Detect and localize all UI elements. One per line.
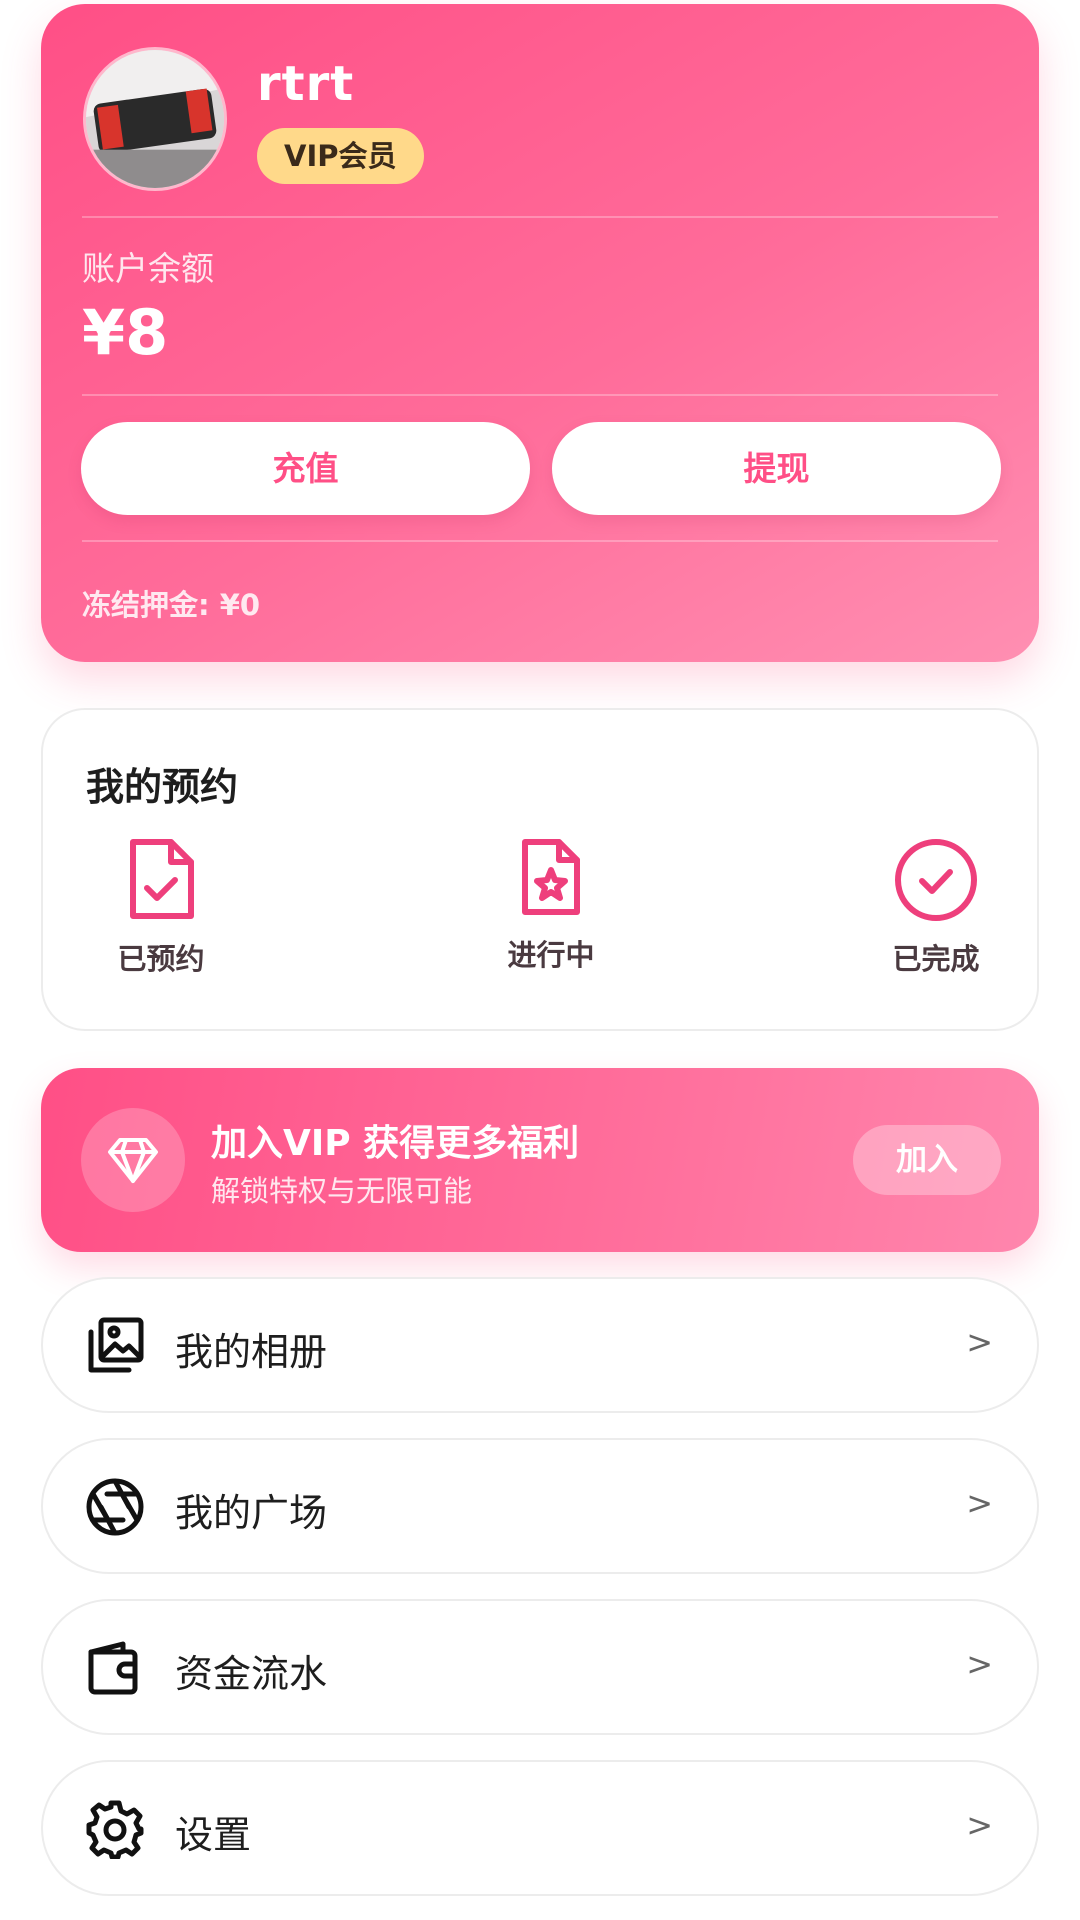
my-reservations-card: 我的预约 已预约 进行中 已完成 bbox=[41, 708, 1039, 1031]
diamond-icon bbox=[81, 1108, 185, 1212]
profile-card: rtrt VIP会员 账户余额 ¥8 充值 提现 冻结押金: ¥0 bbox=[41, 4, 1039, 662]
profile-page: rtrt VIP会员 账户余额 ¥8 充值 提现 冻结押金: ¥0 我的预约 已… bbox=[0, 0, 1080, 1920]
avatar[interactable] bbox=[83, 47, 227, 191]
divider bbox=[82, 540, 998, 542]
reservations-title: 我的预约 bbox=[86, 765, 239, 809]
menu-item-plaza[interactable]: 我的广场 > bbox=[41, 1438, 1039, 1574]
chevron-right-icon: > bbox=[966, 1323, 993, 1361]
menu-label: 我的广场 bbox=[175, 1491, 328, 1535]
withdraw-button[interactable]: 提现 bbox=[552, 422, 1001, 515]
vip-banner[interactable]: 加入VIP 获得更多福利 解锁特权与无限可能 加入 bbox=[41, 1068, 1039, 1252]
menu-item-transactions[interactable]: 资金流水 > bbox=[41, 1599, 1039, 1735]
photo-album-icon bbox=[85, 1316, 145, 1376]
chevron-right-icon: > bbox=[966, 1806, 993, 1844]
reservation-completed[interactable]: 已完成 bbox=[871, 838, 1001, 978]
file-check-icon bbox=[125, 838, 197, 922]
join-vip-button[interactable]: 加入 bbox=[853, 1125, 1001, 1195]
circle-check-icon bbox=[894, 838, 978, 922]
divider bbox=[82, 216, 998, 218]
file-star-icon bbox=[519, 838, 583, 918]
aperture-icon bbox=[85, 1477, 145, 1537]
balance-value: ¥8 bbox=[82, 296, 169, 369]
gear-icon bbox=[85, 1799, 145, 1859]
vip-banner-subtitle: 解锁特权与无限可能 bbox=[211, 1174, 473, 1208]
vip-banner-title: 加入VIP 获得更多福利 bbox=[211, 1123, 580, 1164]
reservation-in-progress[interactable]: 进行中 bbox=[481, 838, 621, 974]
menu-item-photo-album[interactable]: 我的相册 > bbox=[41, 1277, 1039, 1413]
menu-label: 我的相册 bbox=[175, 1330, 328, 1374]
avatar-image bbox=[86, 50, 224, 188]
divider bbox=[82, 394, 998, 396]
menu-label: 设置 bbox=[175, 1813, 252, 1857]
menu-item-settings[interactable]: 设置 > bbox=[41, 1760, 1039, 1896]
vip-badge: VIP会员 bbox=[257, 128, 424, 184]
chevron-right-icon: > bbox=[966, 1645, 993, 1683]
menu-label: 资金流水 bbox=[175, 1652, 328, 1696]
reservation-label: 进行中 bbox=[507, 938, 595, 972]
balance-label: 账户余额 bbox=[82, 249, 214, 288]
reservation-booked[interactable]: 已预约 bbox=[101, 838, 221, 978]
wallet-icon bbox=[85, 1638, 145, 1698]
chevron-right-icon: > bbox=[966, 1484, 993, 1522]
reservation-label: 已完成 bbox=[892, 942, 980, 976]
username: rtrt bbox=[257, 56, 355, 112]
frozen-deposit: 冻结押金: ¥0 bbox=[82, 588, 261, 622]
recharge-button[interactable]: 充值 bbox=[81, 422, 530, 515]
reservation-label: 已预约 bbox=[117, 942, 205, 976]
